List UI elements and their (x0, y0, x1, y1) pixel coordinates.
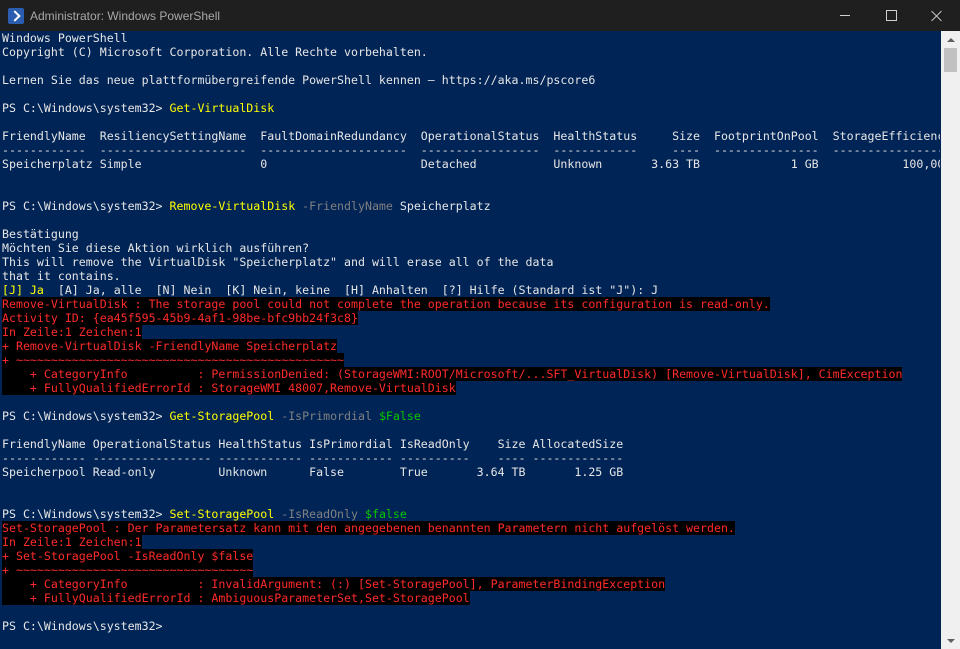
error-text: In Zeile:1 Zeichen:1 (2, 325, 142, 339)
error-text: + Remove-VirtualDisk -FriendlyName Speic… (2, 339, 338, 353)
error-line: + CategoryInfo : InvalidArgument: (:) [S… (0, 577, 940, 591)
variable: $False (371, 409, 421, 423)
command: Set-StoragePool (169, 507, 275, 521)
minimize-button[interactable] (822, 0, 868, 31)
command: Get-VirtualDisk (169, 101, 275, 115)
error-line: + Remove-VirtualDisk -FriendlyName Speic… (0, 339, 940, 353)
error-text: + CategoryInfo : InvalidArgument: (:) [S… (2, 577, 666, 591)
close-icon (931, 10, 943, 22)
title-bar[interactable]: Administrator: Windows PowerShell (0, 0, 960, 31)
command: Get-StoragePool (169, 409, 275, 423)
error-line: Remove-VirtualDisk : The storage pool co… (0, 297, 940, 311)
error-line: + ~~~~~~~~~~~~~~~~~~~~~~~~~~~~~~~~~~ (0, 563, 940, 577)
scroll-up-button[interactable] (941, 31, 960, 48)
confirm-question: Möchten Sie diese Aktion wirklich ausfüh… (2, 241, 310, 255)
confirm-title: Bestätigung (2, 227, 79, 241)
prompt: PS C:\Windows\system32> (2, 199, 170, 213)
prompt: PS C:\Windows\system32> (2, 619, 170, 633)
prompt-line: PS C:\Windows\system32> Remove-VirtualDi… (0, 199, 940, 213)
table-separator: ------------ ----------------- ---------… (2, 451, 624, 465)
prompt-line: PS C:\Windows\system32> Get-StoragePool … (0, 409, 940, 423)
maximize-button[interactable] (868, 0, 914, 31)
error-line: + CategoryInfo : PermissionDenied: (Stor… (0, 367, 940, 381)
table-row: Speicherplatz Simple 0 Detached Unknown … (2, 157, 940, 171)
vertical-scrollbar[interactable] (941, 31, 960, 649)
window-controls (822, 0, 960, 31)
console-line: Copyright (C) Microsoft Corporation. All… (2, 45, 428, 59)
arrow-down-icon (946, 638, 955, 643)
console-line: Lernen Sie das neue plattformübergreifen… (2, 73, 596, 87)
prompt: PS C:\Windows\system32> (2, 409, 170, 423)
scroll-thumb[interactable] (944, 48, 957, 72)
error-line: + ~~~~~~~~~~~~~~~~~~~~~~~~~~~~~~~~~~~~~~… (0, 353, 940, 367)
arrow-up-icon (946, 37, 955, 42)
table-row: Speicherpool Read-only Unknown False Tru… (2, 465, 624, 479)
error-text: + FullyQualifiedErrorId : AmbiguousParam… (2, 591, 470, 605)
error-text: + Set-StoragePool -IsReadOnly $false (2, 549, 254, 563)
table-header: FriendlyName ResiliencySettingName Fault… (2, 129, 940, 143)
prompt-line: PS C:\Windows\system32> Set-StoragePool … (0, 507, 940, 521)
confirm-choices: [J] Ja [A] Ja, alle [N] Nein [K] Nein, k… (0, 283, 940, 297)
prompt-line: PS C:\Windows\system32> Get-VirtualDisk (0, 101, 940, 115)
table-header: FriendlyName OperationalStatus HealthSta… (2, 437, 624, 451)
other-choices: [A] Ja, alle [N] Nein [K] Nein, keine [H… (43, 283, 659, 297)
window-title: Administrator: Windows PowerShell (30, 8, 221, 23)
default-choice: [J] Ja (2, 283, 44, 297)
error-line: + Set-StoragePool -IsReadOnly $false (0, 549, 940, 563)
prompt-line[interactable]: PS C:\Windows\system32> (0, 619, 940, 633)
minimize-icon (840, 15, 850, 16)
prompt: PS C:\Windows\system32> (2, 101, 170, 115)
error-line: + FullyQualifiedErrorId : StorageWMI 480… (0, 381, 940, 395)
error-text: + FullyQualifiedErrorId : StorageWMI 480… (2, 381, 456, 395)
error-text: + ~~~~~~~~~~~~~~~~~~~~~~~~~~~~~~~~~~ (2, 563, 254, 577)
error-text: Activity ID: {ea45f595-45b9-4af1-98be-bf… (2, 311, 358, 325)
parameter: -IsReadOnly (274, 507, 358, 521)
error-line: Activity ID: {ea45f595-45b9-4af1-98be-bf… (0, 311, 940, 325)
error-text: + CategoryInfo : PermissionDenied: (Stor… (2, 367, 903, 381)
error-line: In Zeile:1 Zeichen:1 (0, 325, 940, 339)
error-line: In Zeile:1 Zeichen:1 (0, 535, 940, 549)
error-line: Set-StoragePool : Der Parametersatz kann… (0, 521, 940, 535)
error-line: + FullyQualifiedErrorId : AmbiguousParam… (0, 591, 940, 605)
table-separator: ------------ --------------------- -----… (2, 143, 940, 157)
parameter: -FriendlyName (295, 199, 393, 213)
scroll-down-button[interactable] (941, 632, 960, 649)
console-line: Windows PowerShell (2, 31, 128, 45)
argument: Speicherplatz (392, 199, 491, 213)
maximize-icon (885, 10, 897, 21)
console-output[interactable]: Windows PowerShell Copyright (C) Microso… (0, 31, 940, 649)
command: Remove-VirtualDisk (169, 199, 296, 213)
confirm-message: that it contains. (2, 269, 121, 283)
error-text: Set-StoragePool : Der Parametersatz kann… (2, 521, 735, 535)
error-text: In Zeile:1 Zeichen:1 (2, 535, 142, 549)
error-text: + ~~~~~~~~~~~~~~~~~~~~~~~~~~~~~~~~~~~~~~… (2, 353, 345, 367)
close-button[interactable] (914, 0, 960, 31)
parameter: -IsPrimordial (274, 409, 372, 423)
error-text: Remove-VirtualDisk : The storage pool co… (2, 297, 770, 311)
variable: $false (358, 507, 407, 521)
confirm-message: This will remove the VirtualDisk "Speich… (2, 255, 554, 269)
powershell-icon (8, 7, 24, 24)
prompt: PS C:\Windows\system32> (2, 507, 170, 521)
